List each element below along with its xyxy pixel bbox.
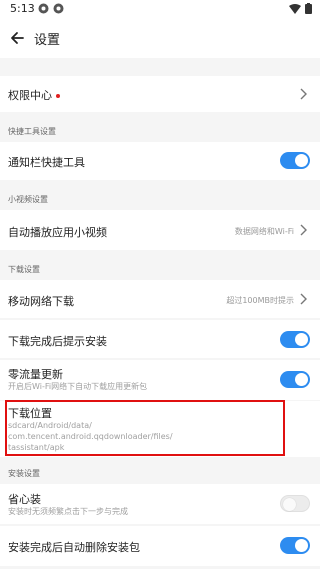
notification-shortcut-toggle[interactable] <box>280 152 310 169</box>
section-download-header: 下载设置 <box>0 256 320 280</box>
easy-install-toggle[interactable] <box>280 495 310 512</box>
autoplay-video-value: 数据网络和Wi-Fi <box>234 227 294 236</box>
auto-delete-label: 安装完成后自动删除安装包 <box>8 541 140 554</box>
zero-traffic-toggle[interactable] <box>280 371 310 388</box>
section-video-header: 小视频设置 <box>0 186 320 210</box>
app-notification-icon <box>38 3 49 14</box>
back-arrow-icon[interactable] <box>8 28 28 48</box>
section-install-header: 安装设置 <box>0 460 320 484</box>
zero-traffic-row[interactable]: 零流量更新 开启后Wi-Fi网络下自动下载应用更新包 <box>0 360 320 400</box>
mobile-download-row[interactable]: 移动网络下载 超过100MB时提示 <box>0 280 320 318</box>
install-prompt-toggle[interactable] <box>280 331 310 348</box>
section-shortcut-header: 快捷工具设置 <box>0 118 320 142</box>
easy-install-label: 省心装 <box>8 493 41 506</box>
auto-delete-row[interactable]: 安装完成后自动删除安装包 <box>0 526 320 566</box>
chevron-right-icon <box>300 224 307 236</box>
easy-install-row[interactable]: 省心装 安装时无须频繁点击下一步与完成 <box>0 484 320 524</box>
notification-shortcut-label: 通知栏快捷工具 <box>8 156 85 169</box>
auto-delete-toggle[interactable] <box>280 537 310 554</box>
permission-center-row[interactable]: 权限中心 <box>0 76 320 112</box>
zero-traffic-description: 开启后Wi-Fi网络下自动下载应用更新包 <box>8 382 148 391</box>
chevron-right-icon <box>300 293 307 305</box>
permission-center-label: 权限中心 <box>8 89 52 102</box>
page-title: 设置 <box>34 33 61 48</box>
red-dot-badge <box>56 94 60 98</box>
mobile-download-value: 超过100MB时提示 <box>226 296 294 305</box>
easy-install-description: 安装时无须频繁点击下一步与完成 <box>8 507 128 516</box>
app-notification-icon <box>53 3 64 14</box>
install-prompt-label: 下载完成后提示安装 <box>8 335 107 348</box>
status-bar: 5:13 <box>0 0 320 18</box>
app-header: 设置 <box>0 18 320 58</box>
battery-icon <box>305 3 312 14</box>
chevron-right-icon <box>300 88 307 100</box>
zero-traffic-label: 零流量更新 <box>8 368 63 381</box>
mobile-download-label: 移动网络下载 <box>8 295 74 308</box>
autoplay-video-row[interactable]: 自动播放应用小视频 数据网络和Wi-Fi <box>0 210 320 250</box>
install-prompt-row[interactable]: 下载完成后提示安装 <box>0 320 320 358</box>
wifi-icon <box>289 3 301 14</box>
notification-shortcut-row[interactable]: 通知栏快捷工具 <box>0 142 320 180</box>
autoplay-video-label: 自动播放应用小视频 <box>8 226 107 239</box>
highlight-annotation-box <box>5 400 285 456</box>
status-time: 5:13 <box>10 2 35 15</box>
